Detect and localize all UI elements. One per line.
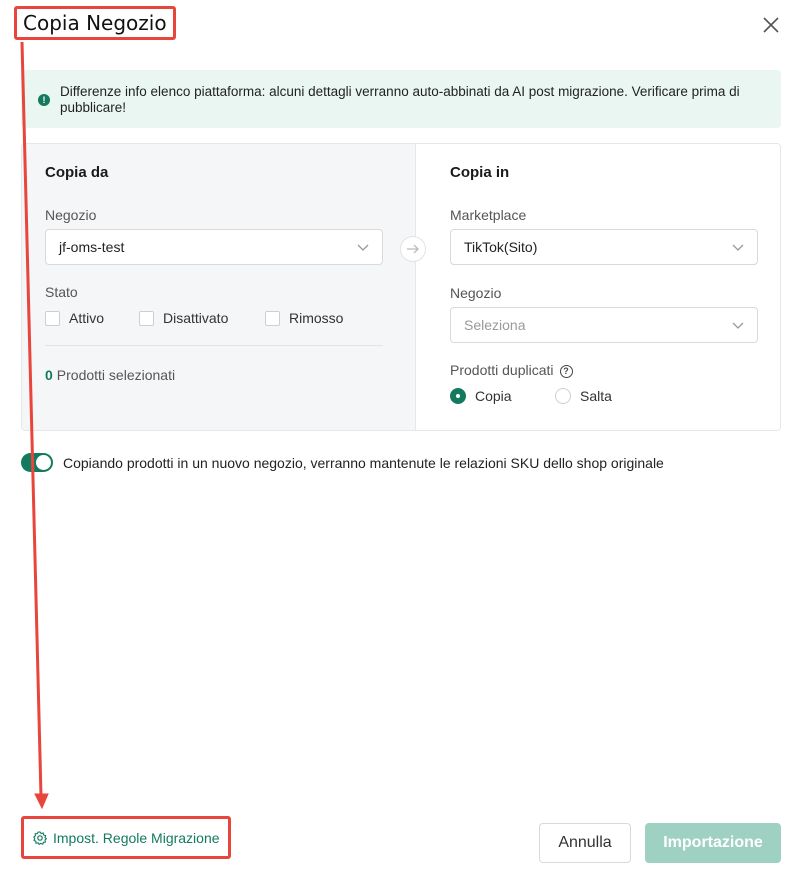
help-icon[interactable]: ?	[559, 364, 573, 378]
annotation-arrow	[20, 41, 49, 810]
cancel-button[interactable]: Annulla	[539, 823, 631, 863]
checkbox-label: Attivo	[69, 310, 105, 326]
checkbox[interactable]	[265, 310, 280, 326]
radio-button[interactable]	[450, 388, 466, 404]
duplicates-label: Prodotti duplicati	[450, 362, 554, 378]
title-highlight: Copia Negozio	[14, 6, 176, 40]
copy-to-section: Copia in Marketplace TikTok(Sito) Negozi…	[416, 144, 780, 430]
duplicate-option-skip[interactable]: Salta	[555, 388, 612, 404]
close-button[interactable]	[758, 12, 784, 38]
import-button[interactable]: Importazione	[645, 823, 781, 863]
copy-from-section: Copia da Negozio jf-oms-test Stato Attiv…	[22, 144, 416, 430]
copy-from-title: Copia da	[45, 164, 109, 181]
checkbox[interactable]	[45, 310, 60, 326]
selected-count-label: Prodotti selezionati	[56, 367, 176, 383]
chevron-down-icon	[732, 322, 744, 329]
checkbox[interactable]	[139, 310, 154, 326]
migration-rules-link[interactable]: Impost. Regole Migrazione	[21, 816, 231, 859]
duplicates-label-row: Prodotti duplicati?	[450, 362, 573, 378]
chevron-down-icon	[357, 244, 369, 251]
selected-count-number: 0	[45, 367, 53, 383]
radio-button[interactable]	[555, 388, 571, 404]
selected-products-count: 0 Prodotti selezionati	[45, 367, 175, 383]
sku-relation-label: Copiando prodotti in un nuovo negozio, v…	[63, 455, 664, 471]
target-store-placeholder: Seleziona	[464, 317, 526, 333]
target-store-select[interactable]: Seleziona	[450, 307, 758, 343]
source-store-select[interactable]: jf-oms-test	[45, 229, 383, 265]
source-store-value: jf-oms-test	[59, 239, 125, 255]
source-store-label: Negozio	[45, 207, 97, 223]
marketplace-value: TikTok(Sito)	[464, 239, 538, 255]
marketplace-select[interactable]: TikTok(Sito)	[450, 229, 758, 265]
gear-icon	[33, 830, 47, 845]
arrow-right-icon	[407, 244, 419, 254]
chevron-down-icon	[732, 244, 744, 251]
sku-relation-toggle[interactable]	[21, 453, 53, 472]
target-store-label: Negozio	[450, 285, 502, 301]
close-icon	[763, 17, 779, 33]
status-checkbox-disabled[interactable]: Disattivato	[139, 310, 228, 326]
status-checkbox-active[interactable]: Attivo	[45, 310, 104, 326]
checkbox-label: Disattivato	[163, 310, 229, 326]
marketplace-label: Marketplace	[450, 207, 527, 223]
migration-rules-label: Impost. Regole Migrazione	[53, 829, 220, 846]
info-alert: ! Differenze info elenco piattaforma: al…	[21, 70, 781, 128]
direction-indicator	[400, 236, 426, 262]
copy-to-title: Copia in	[450, 164, 510, 181]
alert-text: Differenze info elenco piattaforma: alcu…	[60, 84, 740, 115]
radio-label: Copia	[475, 388, 512, 404]
copy-panel: Copia da Negozio jf-oms-test Stato Attiv…	[21, 143, 781, 431]
checkbox-label: Rimosso	[289, 310, 344, 326]
radio-label: Salta	[580, 388, 612, 404]
status-label: Stato	[45, 284, 78, 300]
status-checkbox-removed[interactable]: Rimosso	[265, 310, 343, 326]
duplicate-option-copy[interactable]: Copia	[450, 388, 512, 404]
divider	[45, 345, 383, 346]
info-icon: !	[38, 94, 50, 106]
dialog-title: Copia Negozio	[23, 11, 167, 35]
